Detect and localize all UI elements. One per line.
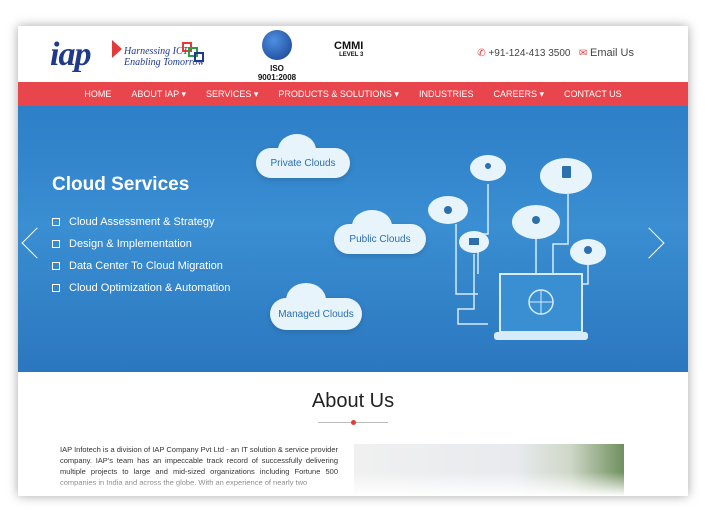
about-heading: About Us [311,390,395,412]
logo-square-icon [194,52,204,62]
contact-info: ✆ +91-124-413 3500 ✉ Email Us [477,47,634,59]
cloud-label: Private Clouds [270,157,336,169]
checkbox-square-icon [52,240,60,248]
cmmi-level: LEVEL 3 [339,52,364,58]
managed-clouds-bubble: Managed Clouds [270,283,362,330]
main-nav: HOME ABOUT IAP ▾ SERVICES ▾ PRODUCTS & S… [18,82,688,106]
hero-title: Cloud Services [52,174,190,195]
cmmi-badge: CMMI LEVEL 3 [334,40,363,58]
hero-bullet: Cloud Assessment & Strategy [52,216,215,228]
iso-badge: ISO 9001:2008 [250,30,304,82]
nav-contact-us[interactable]: CONTACT US [554,89,632,99]
phone-link[interactable]: +91-124-413 3500 [488,48,570,59]
nav-products-solutions[interactable]: PRODUCTS & SOLUTIONS ▾ [268,89,409,100]
mail-icon: ✉ [578,48,588,59]
private-clouds-bubble: Private Clouds [256,134,350,178]
email-link[interactable]: Email Us [590,47,634,59]
slider-next-button[interactable] [633,227,665,259]
checkbox-square-icon [52,218,60,226]
hero-bullet: Cloud Optimization & Automation [52,282,230,294]
bottom-fade [18,472,688,496]
iso-label: ISO 9001:2008 [257,64,297,82]
cmmi-label: CMMI [334,40,364,52]
hero-bullet-text: Cloud Optimization & Automation [69,282,231,294]
logo-tagline-line2: Enabling Tomorrow [124,57,205,68]
cloud-network-illustration [428,155,606,340]
hero-bullet-text: Cloud Assessment & Strategy [69,216,215,228]
nav-services[interactable]: SERVICES ▾ [196,89,268,100]
hero-bullet-text: Design & Implementation [69,238,192,250]
hero-slider: Cloud Services Cloud Assessment & Strate… [18,106,688,372]
nav-careers[interactable]: CAREERS ▾ [483,89,554,100]
cloud-label: Managed Clouds [278,308,354,320]
hero-bullet: Design & Implementation [52,238,192,250]
top-header: iap Harnessing ICT Enabling Tomorrow ISO… [18,26,688,82]
iap-logo[interactable]: iap Harnessing ICT Enabling Tomorrow [50,36,210,74]
page-frame: iap Harnessing ICT Enabling Tomorrow ISO… [18,26,688,496]
hero-bullet-text: Data Center To Cloud Migration [69,260,223,272]
divider-dot [351,420,356,425]
checkbox-square-icon [52,262,60,270]
cloud-label: Public Clouds [349,233,411,245]
logo-arrow-icon [112,40,122,58]
slider-prev-button[interactable] [21,227,53,259]
public-clouds-bubble: Public Clouds [334,210,426,254]
logo-wordmark: iap [50,36,91,73]
nav-home[interactable]: HOME [74,89,121,99]
phone-icon: ✆ [477,48,486,59]
nav-about-iap[interactable]: ABOUT IAP ▾ [121,89,196,100]
globe-icon [262,30,292,60]
checkbox-square-icon [52,284,60,292]
nav-industries[interactable]: INDUSTRIES [409,89,484,99]
hero-bullet: Data Center To Cloud Migration [52,260,223,272]
about-section: About Us IAP Infotech is a division of I… [18,372,688,496]
